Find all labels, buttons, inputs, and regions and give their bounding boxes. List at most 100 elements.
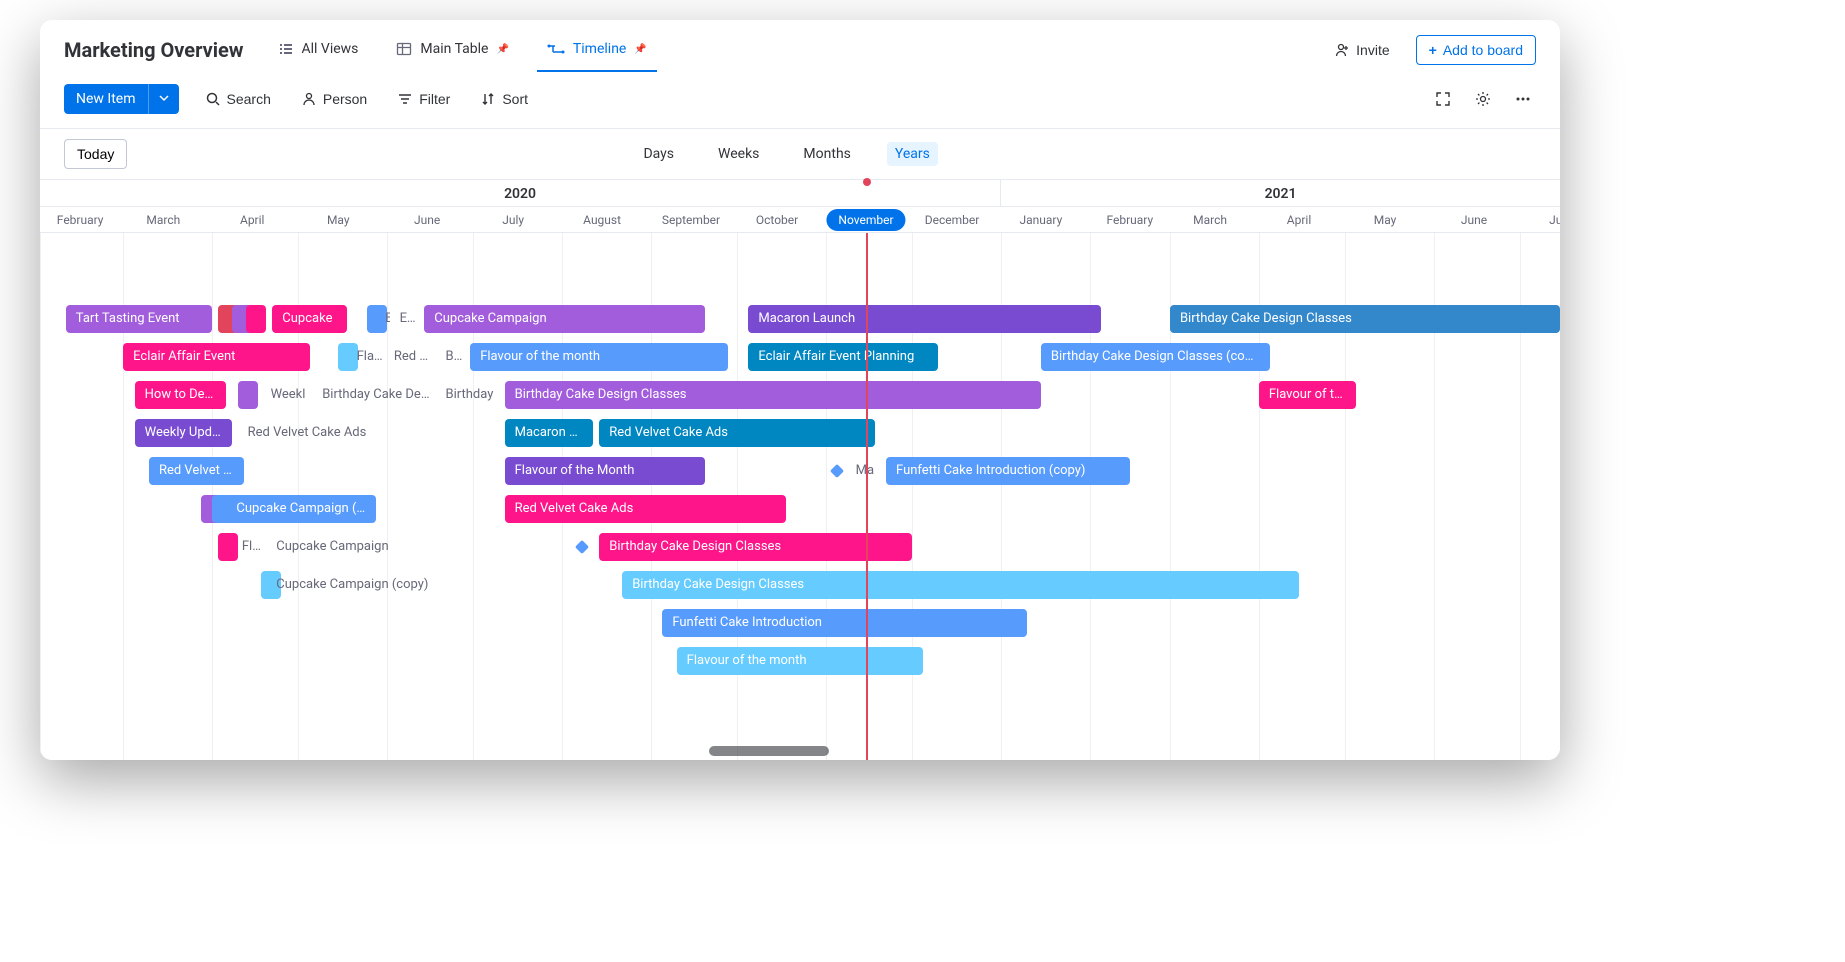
timeline-bar[interactable]: Birthday: [442, 381, 499, 409]
timeline-bar[interactable]: Red Velvet Cake Ads: [599, 419, 874, 447]
timeline-bar[interactable]: Flavou: [353, 343, 387, 371]
timeline-canvas[interactable]: Tart Tasting EventCupcakeBirEclaCupcake …: [40, 233, 1560, 760]
today-line: [866, 233, 868, 760]
view-tab-timeline[interactable]: Timeline 📌: [537, 28, 657, 72]
timeline-bar[interactable]: Ecla: [396, 305, 419, 333]
milestone-diamond[interactable]: [830, 464, 844, 478]
current-month-badge: November: [826, 209, 905, 231]
person-icon: [301, 91, 317, 107]
sort-button[interactable]: Sort: [476, 87, 532, 111]
month-label: June: [414, 207, 440, 233]
invite-button[interactable]: Invite: [1326, 36, 1397, 64]
month-label: May: [1374, 207, 1397, 233]
gridline: [40, 233, 41, 760]
timeline-bar[interactable]: Tart Tasting Event: [66, 305, 212, 333]
scale-months[interactable]: Months: [795, 142, 858, 166]
timeline-bar[interactable]: Cupcake Campaign (copy): [272, 571, 441, 599]
timeline-bar[interactable]: Flavour of the: [1259, 381, 1357, 409]
pin-icon: 📌: [496, 44, 508, 55]
view-tab-label: Timeline: [573, 41, 626, 57]
year-strip: 20202021: [40, 179, 1560, 207]
timeline-bar[interactable]: Flavour of the month: [677, 647, 924, 675]
timeline-bar[interactable]: Flav: [238, 533, 267, 561]
month-label: March: [1193, 207, 1227, 233]
person-plus-icon: [1334, 42, 1350, 58]
timeline-bar[interactable]: Cupcake Campaign: [424, 305, 705, 333]
new-item-button[interactable]: New Item: [64, 84, 179, 114]
month-strip: February March April May June July August Septe…: [40, 207, 1560, 233]
filter-button[interactable]: Filter: [393, 87, 454, 111]
more-button[interactable]: [1510, 86, 1536, 112]
timeline-bar[interactable]: Bir: [442, 343, 465, 371]
invite-label: Invite: [1356, 42, 1389, 58]
timeline-bar[interactable]: Eclair Affair Event: [123, 343, 309, 371]
timeline-icon: [547, 41, 565, 57]
chevron-down-icon[interactable]: [148, 84, 179, 114]
month-label: March: [146, 207, 180, 233]
sort-label: Sort: [502, 91, 528, 107]
month-label: October: [756, 207, 798, 233]
timeline-bar[interactable]: Red Velvet Ca: [149, 457, 244, 485]
scale-weeks[interactable]: Weeks: [710, 142, 767, 166]
search-button[interactable]: Search: [201, 87, 275, 111]
timeline-bar[interactable]: [218, 533, 238, 561]
timeline-bar[interactable]: Red Velvet Cake Ads: [244, 419, 413, 447]
person-filter-button[interactable]: Person: [297, 87, 371, 111]
timeline-bar[interactable]: [246, 305, 266, 333]
timeline-bar[interactable]: Macaron Launch: [748, 305, 1101, 333]
timeline-bar[interactable]: Weekl: [267, 381, 310, 409]
board-window: Marketing Overview All Views Main Table …: [40, 20, 1560, 760]
fullscreen-button[interactable]: [1430, 86, 1456, 112]
timeline-bar[interactable]: Funfetti Cake Introduction (copy): [886, 457, 1130, 485]
list-icon: [278, 41, 294, 57]
filter-icon: [397, 91, 413, 107]
timeline-bar[interactable]: Birthday Cake Design Classes (copy): [1041, 343, 1270, 371]
timeline-bar[interactable]: Eclair Affair Event Planning: [748, 343, 937, 371]
timeline-bar[interactable]: How to Decora: [135, 381, 227, 409]
search-label: Search: [227, 91, 271, 107]
scale-years[interactable]: Years: [887, 142, 938, 166]
filter-label: Filter: [419, 91, 450, 107]
scale-group: Days Weeks Months Years: [635, 142, 937, 166]
timeline-bar[interactable]: Birthday Cake Design Classes: [1170, 305, 1560, 333]
add-to-board-button[interactable]: + Add to board: [1416, 35, 1536, 65]
month-label: June: [1461, 207, 1487, 233]
milestone-diamond[interactable]: [575, 540, 589, 554]
month-label: April: [240, 207, 264, 233]
view-tab-all[interactable]: All Views: [268, 28, 369, 72]
scale-days[interactable]: Days: [635, 142, 682, 166]
view-tab-main-table[interactable]: Main Table 📌: [386, 28, 519, 72]
timeline-bar[interactable]: Birthday Cake Design Classes: [622, 571, 1299, 599]
horizontal-scroll-thumb[interactable]: [709, 746, 829, 756]
timeline-bar[interactable]: Birthday Cake Desig: [318, 381, 436, 409]
month-label: July: [502, 207, 524, 233]
today-marker-icon: [863, 178, 871, 186]
timeline-bar[interactable]: Red Ve: [390, 343, 436, 371]
timeline-bar[interactable]: Flavour of the month: [470, 343, 728, 371]
month-label: February: [1106, 207, 1153, 233]
timeline-bar[interactable]: Macaron Launch Pa: [505, 419, 594, 447]
timeline-bar[interactable]: Birthday Cake Design Classes: [599, 533, 912, 561]
month-label: August: [583, 207, 621, 233]
timeline-bar[interactable]: Funfetti Cake Introduction: [662, 609, 1026, 637]
today-button[interactable]: Today: [64, 139, 127, 169]
timeline-bar[interactable]: [238, 381, 258, 409]
timeline-bar[interactable]: Ma: [852, 457, 886, 485]
pin-icon: 📌: [634, 44, 646, 55]
timeline-bar[interactable]: Birthday Cake Design Classes: [505, 381, 1041, 409]
new-item-label: New Item: [64, 84, 148, 114]
timeline-bar[interactable]: Cupcake Campaign (copy: [226, 495, 375, 523]
timeline-bar[interactable]: Cupcake Campaign: [272, 533, 413, 561]
expand-icon: [1434, 90, 1452, 108]
month-label: February: [57, 207, 104, 233]
timeline-bar[interactable]: Bir: [381, 305, 390, 333]
month-label: December: [925, 207, 980, 233]
timeline-bar[interactable]: Weekly Update: [135, 419, 233, 447]
timeline-bar[interactable]: Cupcake: [272, 305, 347, 333]
timeline-bar[interactable]: Flavour of the Month: [505, 457, 706, 485]
settings-button[interactable]: [1470, 86, 1496, 112]
year-label: 2020: [40, 180, 1000, 206]
month-label: September: [662, 207, 720, 233]
timeline-bar[interactable]: Red Velvet Cake Ads: [505, 495, 786, 523]
month-label: April: [1287, 207, 1311, 233]
